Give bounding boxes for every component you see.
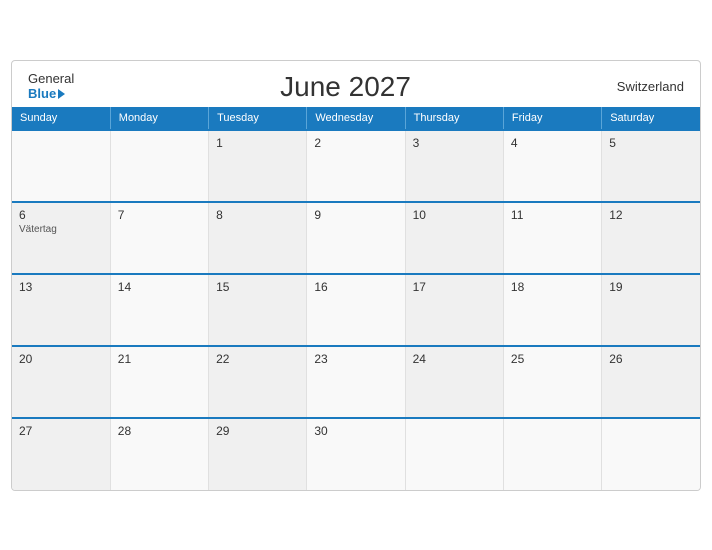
calendar-title: June 2027: [74, 71, 617, 103]
day-number: 28: [118, 424, 201, 438]
weekday-header-monday: Monday: [110, 107, 208, 130]
day-number: 20: [19, 352, 103, 366]
calendar-cell: 1: [209, 130, 307, 202]
logo-blue-text: Blue: [28, 87, 65, 101]
calendar-cell: 11: [503, 202, 601, 274]
day-number: 24: [413, 352, 496, 366]
calendar-cell: 20: [12, 346, 110, 418]
calendar-cell: 19: [602, 274, 700, 346]
day-number: 8: [216, 208, 299, 222]
day-number: 12: [609, 208, 693, 222]
calendar-cell: 18: [503, 274, 601, 346]
logo-triangle-icon: [58, 89, 65, 99]
calendar-cell: 6 Vätertag: [12, 202, 110, 274]
calendar-cell: 10: [405, 202, 503, 274]
calendar-cell: 26: [602, 346, 700, 418]
calendar-country: Switzerland: [617, 79, 684, 94]
calendar-cell: 30: [307, 418, 405, 490]
day-number: 18: [511, 280, 594, 294]
calendar-cell: 12: [602, 202, 700, 274]
calendar-week-row: 6 Vätertag 7 8 9 10 11 12: [12, 202, 700, 274]
day-number: 11: [511, 208, 594, 222]
calendar-cell: [602, 418, 700, 490]
weekday-header-wednesday: Wednesday: [307, 107, 405, 130]
day-number: 29: [216, 424, 299, 438]
weekday-header-friday: Friday: [503, 107, 601, 130]
calendar-cell: 23: [307, 346, 405, 418]
calendar-cell: 28: [110, 418, 208, 490]
calendar-cell: 27: [12, 418, 110, 490]
day-number: 21: [118, 352, 201, 366]
calendar-cell: [503, 418, 601, 490]
day-number: 3: [413, 136, 496, 150]
day-number: 13: [19, 280, 103, 294]
day-number: 7: [118, 208, 201, 222]
weekday-header-thursday: Thursday: [405, 107, 503, 130]
day-number: 6: [19, 208, 103, 222]
day-number: 22: [216, 352, 299, 366]
weekday-header-row: SundayMondayTuesdayWednesdayThursdayFrid…: [12, 107, 700, 130]
calendar-cell: [12, 130, 110, 202]
weekday-header-saturday: Saturday: [602, 107, 700, 130]
day-number: 4: [511, 136, 594, 150]
calendar-cell: 9: [307, 202, 405, 274]
day-number: 10: [413, 208, 496, 222]
day-number: 2: [314, 136, 397, 150]
day-number: 23: [314, 352, 397, 366]
day-number: 16: [314, 280, 397, 294]
day-number: 25: [511, 352, 594, 366]
weekday-header-tuesday: Tuesday: [209, 107, 307, 130]
calendar-cell: 22: [209, 346, 307, 418]
calendar-cell: 14: [110, 274, 208, 346]
calendar-header: General Blue June 2027 Switzerland: [12, 61, 700, 107]
calendar-cell: [405, 418, 503, 490]
calendar-week-row: 20 21 22 23 24 25 26: [12, 346, 700, 418]
day-number: 14: [118, 280, 201, 294]
day-number: 26: [609, 352, 693, 366]
calendar-cell: 13: [12, 274, 110, 346]
day-number: 5: [609, 136, 693, 150]
calendar-cell: 25: [503, 346, 601, 418]
day-number: 27: [19, 424, 103, 438]
day-number: 17: [413, 280, 496, 294]
calendar-week-row: 27 28 29 30: [12, 418, 700, 490]
calendar-cell: 3: [405, 130, 503, 202]
calendar-cell: 29: [209, 418, 307, 490]
day-number: 1: [216, 136, 299, 150]
calendar-cell: 4: [503, 130, 601, 202]
day-number: 9: [314, 208, 397, 222]
calendar-cell: 15: [209, 274, 307, 346]
calendar-cell: 5: [602, 130, 700, 202]
calendar-week-row: 1 2 3 4 5: [12, 130, 700, 202]
calendar-cell: [110, 130, 208, 202]
calendar-cell: 17: [405, 274, 503, 346]
calendar-cell: 2: [307, 130, 405, 202]
calendar-cell: 21: [110, 346, 208, 418]
logo-general-text: General: [28, 72, 74, 86]
calendar-cell: 24: [405, 346, 503, 418]
logo-area: General Blue: [28, 72, 74, 101]
calendar-grid: SundayMondayTuesdayWednesdayThursdayFrid…: [12, 107, 700, 490]
day-event: Vätertag: [19, 224, 103, 235]
day-number: 30: [314, 424, 397, 438]
weekday-header-sunday: Sunday: [12, 107, 110, 130]
day-number: 19: [609, 280, 693, 294]
calendar-cell: 7: [110, 202, 208, 274]
calendar-container: General Blue June 2027 Switzerland Sunda…: [11, 60, 701, 491]
calendar-cell: 16: [307, 274, 405, 346]
calendar-cell: 8: [209, 202, 307, 274]
day-number: 15: [216, 280, 299, 294]
calendar-week-row: 13 14 15 16 17 18 19: [12, 274, 700, 346]
